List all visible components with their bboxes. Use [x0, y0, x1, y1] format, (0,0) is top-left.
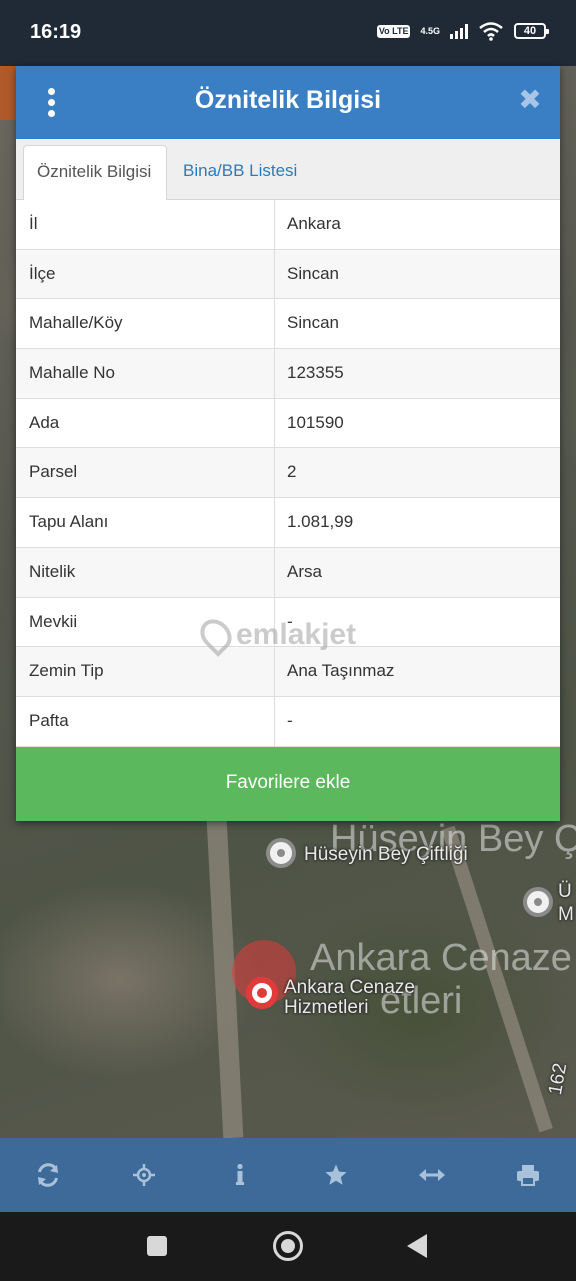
tab-building-list[interactable]: Bina/BB Listesi — [170, 145, 310, 200]
recent-apps-button[interactable] — [147, 1236, 167, 1256]
attribute-value: 101590 — [287, 412, 344, 432]
map-poi-pin-icon[interactable] — [266, 838, 296, 868]
wifi-icon — [479, 22, 503, 41]
android-nav-bar — [0, 1212, 576, 1281]
print-icon[interactable] — [508, 1155, 548, 1195]
attribute-value: 2 — [287, 462, 297, 482]
map-label-road-number: 162 — [545, 1061, 572, 1097]
map-label-cenaze-1[interactable]: Ankara Cenaze — [284, 978, 415, 998]
attribute-key: İl — [16, 200, 275, 249]
dialog-header: Öznitelik Bilgisi ✖ — [16, 66, 560, 139]
table-row: Mahalle No 123355 — [16, 349, 560, 399]
attribute-value: 123355 — [287, 363, 344, 383]
dialog-title: Öznitelik Bilgisi — [194, 86, 382, 114]
table-row: Pafta - — [16, 696, 560, 747]
attribute-value: Sincan — [287, 263, 339, 283]
attribute-value: Ankara — [287, 214, 341, 233]
attribute-value: Ana Taşınmaz — [287, 661, 395, 681]
attribute-key: Zemin Tip — [16, 647, 275, 696]
table-row: Mahalle/Köy Sincan — [16, 299, 560, 350]
locate-icon[interactable] — [124, 1155, 164, 1195]
attribute-value: Sincan — [287, 313, 339, 333]
close-icon[interactable]: ✖ — [516, 86, 544, 114]
map-label-right-edge: Ü — [558, 881, 572, 902]
table-row: İlçe Sincan — [16, 249, 560, 300]
status-time: 16:19 — [30, 21, 82, 43]
signal-icon — [450, 23, 468, 39]
map-label-cenaze-large: Ankara Cenaze — [310, 937, 572, 979]
table-row: Nitelik Arsa — [16, 547, 560, 598]
add-favorite-button[interactable]: Favorilere ekle — [16, 747, 560, 821]
home-button[interactable] — [273, 1231, 303, 1261]
attribute-key: İlçe — [16, 249, 275, 299]
table-row: Tapu Alanı 1.081,99 — [16, 498, 560, 548]
dialog-tabs: Öznitelik Bilgisi Bina/BB Listesi — [16, 139, 560, 200]
map-label-cenaze-2[interactable]: Hizmetleri — [284, 998, 368, 1018]
info-icon[interactable] — [220, 1155, 260, 1195]
attribute-dialog: Öznitelik Bilgisi ✖ Öznitelik Bilgisi Bi… — [16, 66, 560, 821]
map-label-huseyin[interactable]: Hüseyin Bey Çiftliği — [304, 845, 468, 865]
watermark: emlakjet — [194, 613, 357, 657]
star-icon[interactable] — [316, 1155, 356, 1195]
attribute-key: Tapu Alanı — [16, 498, 275, 547]
volte-icon: Vo LTE — [376, 24, 411, 38]
attribute-key: Mahalle/Köy — [16, 299, 275, 349]
attribute-key: Nitelik — [16, 547, 275, 597]
measure-icon[interactable] — [412, 1155, 452, 1195]
watermark-text: emlakjet — [236, 618, 357, 651]
table-row: Parsel 2 — [16, 448, 560, 499]
attribute-key: Parsel — [16, 448, 275, 498]
attribute-value: Arsa — [287, 561, 322, 581]
refresh-icon[interactable] — [28, 1155, 68, 1195]
status-bar: 16:19 Vo LTE 4.5G 40 — [0, 0, 576, 66]
attribute-table: İl Ankara İlçe Sincan Mahalle/Köy Sincan Ma… — [16, 200, 560, 747]
attribute-value: 1.081,99 — [287, 512, 354, 532]
table-row: İl Ankara — [16, 200, 560, 250]
table-row: Zemin Tip Ana Taşınmaz — [16, 647, 560, 697]
attribute-key: Mahalle No — [16, 349, 275, 398]
back-button[interactable] — [407, 1234, 427, 1258]
network-type: 4.5G — [420, 25, 440, 36]
map-toolbar — [0, 1138, 576, 1212]
attribute-key: Pafta — [16, 696, 275, 746]
map-label-right-edge: M — [558, 904, 574, 925]
attribute-value: - — [287, 710, 293, 730]
tab-attribute-info[interactable]: Öznitelik Bilgisi — [23, 145, 167, 200]
battery-icon: 40 — [514, 23, 549, 39]
table-row: Ada 101590 — [16, 398, 560, 449]
map-marker-pin-icon[interactable] — [246, 977, 278, 1009]
map-poi-pin-icon[interactable] — [523, 887, 553, 917]
attribute-key: Ada — [16, 398, 275, 448]
